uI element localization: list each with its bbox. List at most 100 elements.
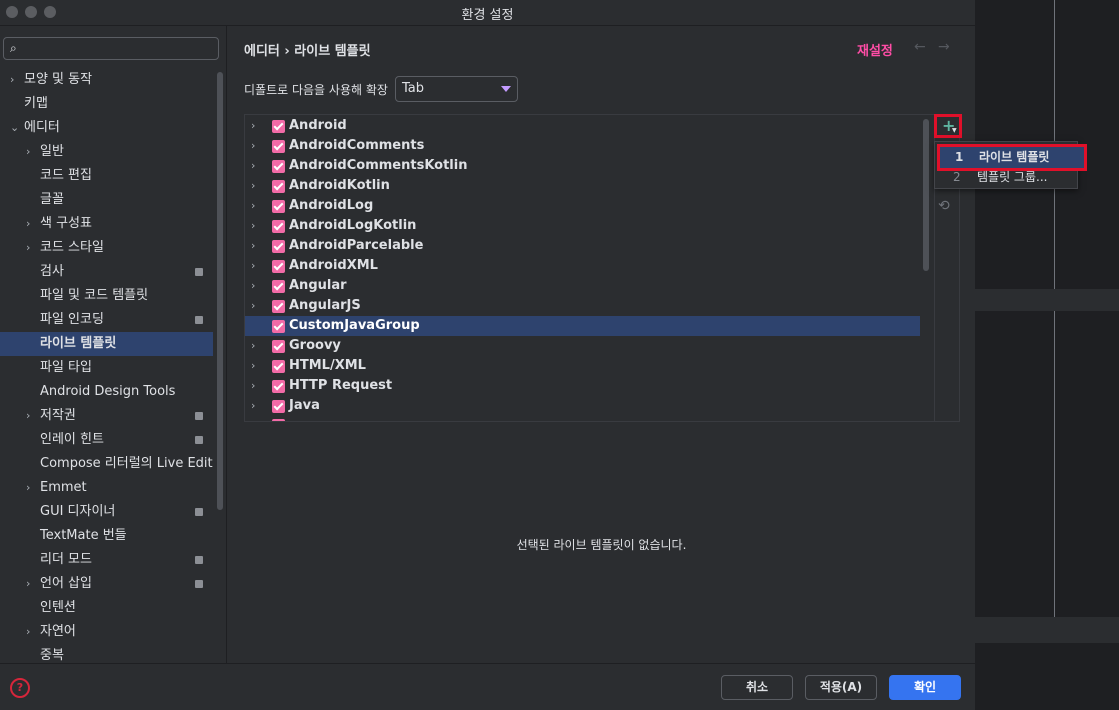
list-item[interactable]: › AndroidComments	[245, 136, 920, 156]
list-item[interactable]: › Groovy	[245, 336, 920, 356]
group-checkbox[interactable]	[272, 200, 285, 213]
sidebar-item-copyright[interactable]: › 저작권	[0, 404, 213, 428]
list-item[interactable]: › AndroidLog	[245, 196, 920, 216]
sidebar-item-color-scheme[interactable]: › 색 구성표	[0, 212, 213, 236]
sidebar-item-appearance[interactable]: › 모양 및 동작	[0, 68, 213, 92]
sidebar-item-gui-designer[interactable]: GUI 디자이너	[0, 500, 213, 524]
reset-link[interactable]: 재설정	[857, 40, 893, 59]
settings-sidebar: ⌕ › 모양 및 동작 키맵 ⌄ 에디터 › 일반 코드 편집 글꼴 › 색 구…	[0, 26, 227, 663]
chevron-right-icon[interactable]: ›	[251, 116, 255, 136]
list-item[interactable]: › HTTP Request	[245, 376, 920, 396]
add-button[interactable]: + ▼	[934, 114, 962, 138]
cancel-button[interactable]: 취소	[721, 675, 793, 700]
group-checkbox[interactable]	[272, 360, 285, 373]
list-scrollbar[interactable]	[923, 119, 929, 271]
group-checkbox[interactable]	[272, 419, 285, 421]
template-group-list: › Android › AndroidComments › AndroidCom…	[244, 114, 960, 422]
chevron-right-icon[interactable]: ›	[26, 236, 30, 260]
sidebar-item-android-design-tools[interactable]: Android Design Tools	[0, 380, 213, 404]
dialog-footer: ? 취소 적용(A) 확인	[0, 663, 975, 710]
chevron-right-icon[interactable]: ›	[251, 236, 255, 256]
group-checkbox[interactable]	[272, 300, 285, 313]
help-icon[interactable]: ?	[10, 678, 30, 698]
list-item[interactable]: › AndroidXML	[245, 256, 920, 276]
chevron-right-icon[interactable]: ›	[251, 376, 255, 396]
ok-button[interactable]: 확인	[889, 675, 961, 700]
chevron-right-icon[interactable]: ›	[251, 356, 255, 376]
project-scope-icon	[195, 316, 203, 324]
chevron-right-icon[interactable]: ›	[26, 620, 30, 644]
list-item-selected[interactable]: CustomJavaGroup	[245, 316, 920, 336]
add-popup-menu: 1 라이브 템플릿 2 템플릿 그룹...	[934, 141, 1087, 189]
list-item[interactable]: › AndroidLogKotlin	[245, 216, 920, 236]
list-item[interactable]: › Angular	[245, 276, 920, 296]
group-checkbox[interactable]	[272, 280, 285, 293]
list-item[interactable]: › Android	[245, 116, 920, 136]
chevron-right-icon[interactable]: ›	[26, 404, 30, 428]
project-scope-icon	[195, 436, 203, 444]
group-checkbox[interactable]	[272, 140, 285, 153]
list-item[interactable]: › HTML/XML	[245, 356, 920, 376]
sidebar-item-inspections[interactable]: 검사	[0, 260, 213, 284]
sidebar-item-font[interactable]: 글꼴	[0, 188, 213, 212]
sidebar-item-reader-mode[interactable]: 리더 모드	[0, 548, 213, 572]
menu-item-template-group[interactable]: 2 템플릿 그룹...	[935, 166, 1077, 188]
chevron-right-icon[interactable]: ›	[26, 572, 30, 596]
sidebar-scrollbar[interactable]	[217, 72, 223, 510]
chevron-right-icon[interactable]: ›	[251, 396, 255, 416]
sidebar-item-intentions[interactable]: 인텐션	[0, 596, 213, 620]
sidebar-item-language-injections[interactable]: › 언어 삽입	[0, 572, 213, 596]
group-checkbox[interactable]	[272, 240, 285, 253]
sidebar-item-textmate-bundles[interactable]: TextMate 번들	[0, 524, 213, 548]
sidebar-item-duplicates[interactable]: 중복	[0, 644, 213, 663]
chevron-right-icon[interactable]: ›	[251, 276, 255, 296]
list-item[interactable]: › AngularJS	[245, 296, 920, 316]
chevron-right-icon[interactable]: ›	[26, 140, 30, 164]
restore-defaults-icon[interactable]: ⟲	[938, 198, 950, 214]
apply-button[interactable]: 적용(A)	[805, 675, 877, 700]
group-checkbox[interactable]	[272, 180, 285, 193]
sidebar-item-code-style[interactable]: › 코드 스타일	[0, 236, 213, 260]
sidebar-item-code-editing[interactable]: 코드 편집	[0, 164, 213, 188]
chevron-down-icon[interactable]: ⌄	[10, 116, 19, 140]
sidebar-item-inlay-hints[interactable]: 인레이 힌트	[0, 428, 213, 452]
group-checkbox[interactable]	[272, 340, 285, 353]
sidebar-item-keymap[interactable]: 키맵	[0, 92, 213, 116]
chevron-right-icon[interactable]: ›	[10, 68, 14, 92]
sidebar-item-compose-live-edit[interactable]: Compose 리터럴의 Live Edit	[0, 452, 213, 476]
sidebar-item-file-types[interactable]: 파일 타입	[0, 356, 213, 380]
chevron-right-icon[interactable]: ›	[251, 136, 255, 156]
chevron-right-icon[interactable]: ›	[251, 176, 255, 196]
group-checkbox[interactable]	[272, 220, 285, 233]
sidebar-item-editor[interactable]: ⌄ 에디터	[0, 116, 213, 140]
list-item[interactable]: › AndroidCommentsKotlin	[245, 156, 920, 176]
sidebar-item-file-encoding[interactable]: 파일 인코딩	[0, 308, 213, 332]
list-item[interactable]	[245, 416, 920, 421]
chevron-right-icon[interactable]: ›	[251, 256, 255, 276]
back-arrow-icon[interactable]: ←	[914, 39, 926, 55]
group-checkbox[interactable]	[272, 160, 285, 173]
group-checkbox[interactable]	[272, 120, 285, 133]
search-input[interactable]: ⌕	[3, 37, 219, 60]
sidebar-item-file-templates[interactable]: 파일 및 코드 템플릿	[0, 284, 213, 308]
chevron-right-icon[interactable]: ›	[251, 196, 255, 216]
chevron-right-icon[interactable]: ›	[251, 296, 255, 316]
group-checkbox[interactable]	[272, 260, 285, 273]
group-checkbox[interactable]	[272, 400, 285, 413]
list-item[interactable]: › AndroidParcelable	[245, 236, 920, 256]
expand-key-select[interactable]: Tab	[395, 76, 518, 102]
sidebar-item-live-templates[interactable]: 라이브 템플릿	[0, 332, 213, 356]
group-checkbox[interactable]	[272, 380, 285, 393]
chevron-right-icon[interactable]: ›	[26, 212, 30, 236]
group-checkbox[interactable]	[272, 320, 285, 333]
chevron-right-icon[interactable]: ›	[251, 336, 255, 356]
sidebar-item-general[interactable]: › 일반	[0, 140, 213, 164]
chevron-right-icon[interactable]: ›	[251, 156, 255, 176]
chevron-right-icon[interactable]: ›	[26, 476, 30, 500]
sidebar-item-natural-languages[interactable]: › 자연어	[0, 620, 213, 644]
forward-arrow-icon[interactable]: →	[938, 39, 950, 55]
list-item[interactable]: › AndroidKotlin	[245, 176, 920, 196]
sidebar-item-emmet[interactable]: › Emmet	[0, 476, 213, 500]
chevron-right-icon[interactable]: ›	[251, 216, 255, 236]
list-item[interactable]: › Java	[245, 396, 920, 416]
